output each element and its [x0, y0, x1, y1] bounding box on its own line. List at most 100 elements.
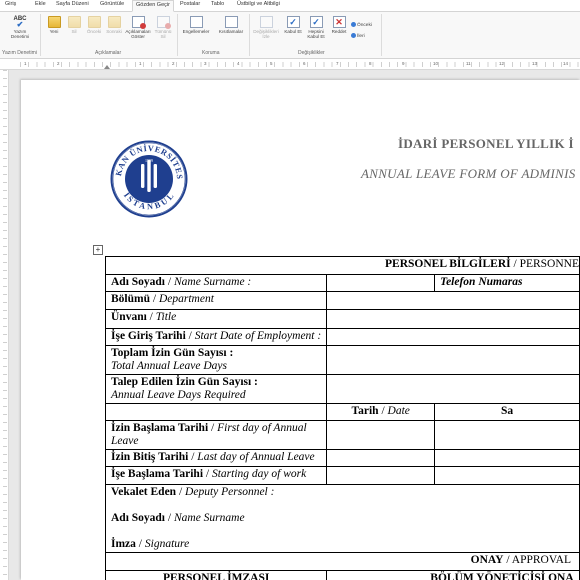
ruler-label: 2: [57, 61, 60, 66]
department-field[interactable]: [326, 291, 580, 310]
phone-label[interactable]: Telefon Numaras: [434, 274, 580, 292]
name-surname-field[interactable]: [326, 274, 436, 292]
deputy-title-tr: Vekalet Eden: [111, 486, 177, 498]
return-date-field[interactable]: [326, 466, 436, 485]
spelling-icon: ABC ✔: [13, 16, 27, 29]
deputy-personnel-section[interactable]: Vekalet Eden / Deputy Personnel : Adı So…: [105, 484, 580, 553]
requested-leave-days-label: Talep Edilen İzin Gün Sayısı : Annual Lea…: [104, 374, 328, 404]
next-change-button[interactable]: İleri: [351, 33, 365, 39]
ribbon: ABC ✔ Yazım Denetimi Yazım Denetimi Yeni …: [0, 12, 580, 59]
leave-start-date-field[interactable]: [326, 420, 436, 450]
return-date-en: Starting day of work: [211, 468, 307, 480]
delete-all-comments-label: Tümünü Sil: [154, 29, 172, 39]
accept-button[interactable]: ✓ Kabul Et: [282, 14, 304, 48]
next-comment-button[interactable]: Sonraki: [103, 14, 125, 48]
leave-end-time-field[interactable]: [434, 449, 580, 467]
proofing-group-label: Yazım Denetimi: [2, 50, 37, 56]
ruler-label: 10: [433, 61, 439, 66]
ruler-label: 1: [24, 61, 27, 66]
requested-leave-days-tr: Talep Edilen İzin Gün Sayısı :: [111, 376, 258, 388]
new-comment-label: Yeni: [49, 29, 59, 34]
ruler-label: 13: [532, 61, 538, 66]
horizontal-ruler[interactable]: 1 2 1 2 3 4 5 6 7 8 9 10 11 12 13 14: [0, 59, 580, 70]
show-comments-button[interactable]: Açıklamaları Göster: [124, 14, 152, 48]
accept-all-icon: ✓: [309, 16, 323, 28]
track-changes-button[interactable]: Değişiklikleri İzle: [252, 14, 280, 48]
ruler-label: 8: [369, 61, 372, 66]
date-column-header: Tarih / Date: [326, 403, 436, 421]
blocking-icon: [189, 16, 203, 28]
next-comment-label: Sonraki: [106, 29, 122, 34]
header-en: PERSONNE: [519, 258, 579, 270]
tab-mailings[interactable]: Postalar: [180, 1, 200, 7]
form-title-turkish[interactable]: İDARİ PERSONEL YILLIK İ: [398, 136, 574, 152]
title-tr: Ünvanı: [111, 311, 147, 323]
tab-header-footer[interactable]: Üstbilgi ve Altbilgi: [237, 1, 280, 7]
delete-comment-label: Sil: [71, 29, 77, 34]
logo-year: 1999: [145, 158, 153, 163]
total-leave-days-field[interactable]: [326, 345, 580, 375]
delete-comment-icon: [67, 16, 81, 28]
blocking-button[interactable]: Engellemeler: [181, 14, 211, 48]
previous-change-label: Önceki: [357, 22, 372, 28]
tab-insert[interactable]: Ekle: [35, 1, 46, 7]
ruler-label: 11: [466, 61, 471, 66]
approval-tr: ONAY: [470, 554, 504, 566]
return-date-tr: İşe Başlama Tarihi: [111, 468, 204, 480]
approval-en: APPROVAL: [511, 554, 571, 566]
name-surname-label: Adı Soyadı / Name Surname :: [104, 274, 328, 292]
approval-header: ONAY / APPROVAL: [105, 552, 580, 571]
requested-leave-days-en: Annual Leave Days Required: [111, 389, 246, 401]
next-arrow-icon: [351, 33, 356, 38]
department-tr: Bölümü: [111, 293, 150, 305]
leave-start-tr: İzin Başlama Tarihi: [111, 422, 209, 434]
start-date-field[interactable]: [326, 328, 580, 346]
spelling-button[interactable]: ABC ✔ Yazım Denetimi: [7, 14, 33, 48]
table-move-handle-icon[interactable]: +: [93, 245, 103, 255]
title-field[interactable]: [326, 309, 580, 329]
tab-review[interactable]: Gözden Geçir: [132, 0, 174, 12]
reject-button[interactable]: ✕ Reddet: [328, 14, 350, 48]
deputy-sign-tr: İmza: [111, 538, 136, 550]
restrictions-label: Kısıtlamalar: [218, 29, 244, 34]
accept-all-button[interactable]: ✓ Hepsini Kabul Et: [304, 14, 328, 48]
ruler-label: 5: [270, 61, 273, 66]
previous-change-button[interactable]: Önceki: [351, 22, 372, 28]
reject-icon: ✕: [332, 16, 346, 28]
indent-marker-icon[interactable]: [104, 65, 110, 69]
leave-start-en2: Leave: [111, 435, 139, 447]
show-comments-label: Açıklamaları Göster: [125, 29, 151, 39]
delete-comment-button[interactable]: Sil: [63, 14, 85, 48]
changes-group-label: Değişiklikler: [298, 50, 325, 56]
restrictions-button[interactable]: Kısıtlamalar: [216, 14, 246, 48]
total-leave-days-en: Total Annual Leave Days: [111, 360, 227, 372]
tab-home[interactable]: Giriş: [5, 1, 16, 7]
return-time-field[interactable]: [434, 466, 580, 485]
manager-approval-header: BÖLÜM YÖNETİCİSİ ONA: [326, 570, 580, 580]
tab-table[interactable]: Tablo: [211, 1, 224, 7]
vertical-ruler[interactable]: [0, 70, 9, 580]
previous-comment-icon: [87, 16, 101, 28]
reject-label: Reddet: [331, 29, 347, 34]
previous-comment-button[interactable]: Önceki: [83, 14, 105, 48]
leave-end-en: Last day of Annual Leave: [197, 451, 315, 463]
start-date-en: Start Date of Employment :: [194, 330, 322, 342]
previous-comment-label: Önceki: [86, 29, 102, 34]
delete-all-comments-icon: [156, 16, 171, 29]
delete-all-comments-button[interactable]: Tümünü Sil: [152, 14, 174, 48]
accept-icon: ✓: [286, 16, 300, 28]
leave-start-time-field[interactable]: [434, 420, 580, 450]
leave-start-en: First day of Annual: [217, 422, 307, 434]
group-separator: [381, 14, 382, 56]
title-en: Title: [155, 311, 177, 323]
new-comment-button[interactable]: Yeni: [43, 14, 65, 48]
tab-page-layout[interactable]: Sayfa Düzeni: [56, 1, 89, 7]
leave-end-date-field[interactable]: [326, 449, 436, 467]
vertical-ruler-ticks: [3, 70, 7, 580]
personnel-info-header[interactable]: PERSONEL BİLGİLERİ / PERSONNE: [105, 256, 580, 275]
empty-header-cell: [104, 403, 328, 421]
tab-view[interactable]: Görüntüle: [100, 1, 124, 7]
form-title-english[interactable]: ANNUAL LEAVE FORM OF ADMINIS: [361, 166, 576, 182]
requested-leave-days-field[interactable]: [326, 374, 580, 404]
restrictions-icon: [224, 16, 238, 28]
